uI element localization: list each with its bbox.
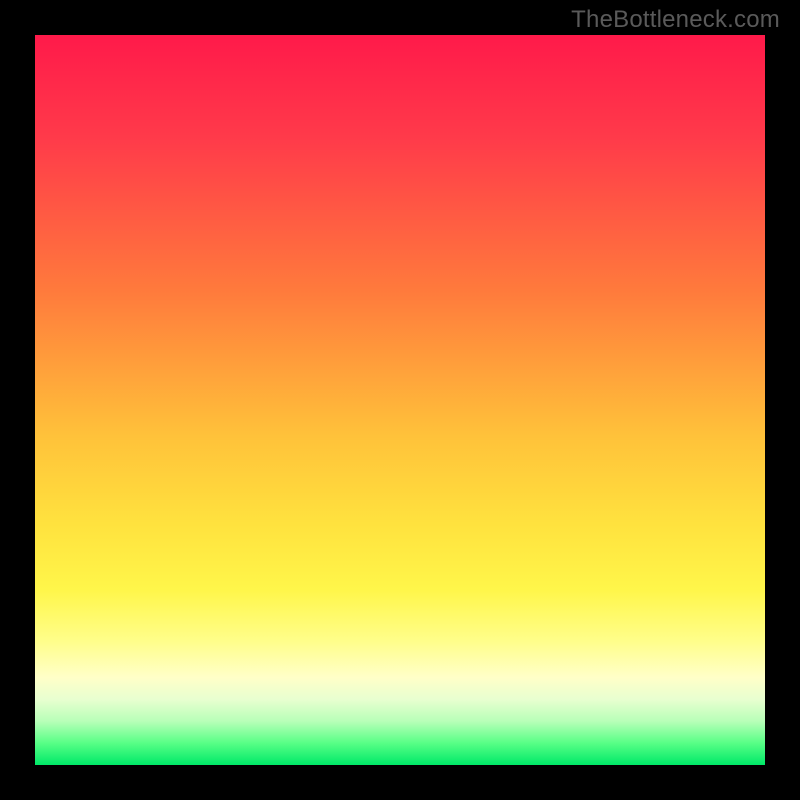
chart-container: TheBottleneck.com	[0, 0, 800, 800]
watermark-text: TheBottleneck.com	[571, 6, 780, 34]
plot-area	[35, 35, 765, 765]
gradient-background	[35, 35, 765, 765]
